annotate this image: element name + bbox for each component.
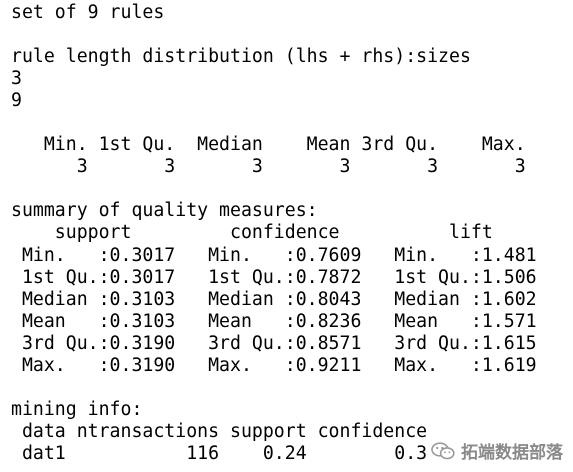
console-line: Min. 1st Qu. Median Mean 3rd Qu. Max. <box>11 134 526 156</box>
console-line: Min. :0.3017 Min. :0.7609 Min. :1.481 <box>11 244 559 266</box>
console-line: Max. :0.3190 Max. :0.9211 Max. :1.619 <box>11 354 559 376</box>
watermark: 拓端数据部落 <box>427 436 567 465</box>
console-line: rule length distribution (lhs + rhs):siz… <box>11 46 471 68</box>
console-line: 9 <box>11 90 22 112</box>
wechat-icon <box>431 441 455 459</box>
console-line: support confidence lift <box>11 222 559 244</box>
console-line: 1st Qu.:0.3017 1st Qu.:0.7872 1st Qu.:1.… <box>11 266 559 288</box>
console-line: Median :0.3103 Median :0.8043 Median :1.… <box>11 288 559 310</box>
console-line: 3 3 3 3 3 3 <box>11 156 526 178</box>
console-line: summary of quality measures: <box>11 200 318 222</box>
console-line: set of 9 rules <box>11 2 165 23</box>
console-line: 3rd Qu.:0.3190 3rd Qu.:0.8571 3rd Qu.:1.… <box>11 332 559 354</box>
watermark-text: 拓端数据部落 <box>461 443 563 463</box>
console-line: 3 <box>11 68 22 90</box>
console-output: set of 9 rules rule length distribution (… <box>11 2 559 465</box>
console-line: Mean :0.3103 Mean :0.8236 Mean :1.571 <box>11 310 559 332</box>
console-line: mining info: <box>11 398 143 420</box>
